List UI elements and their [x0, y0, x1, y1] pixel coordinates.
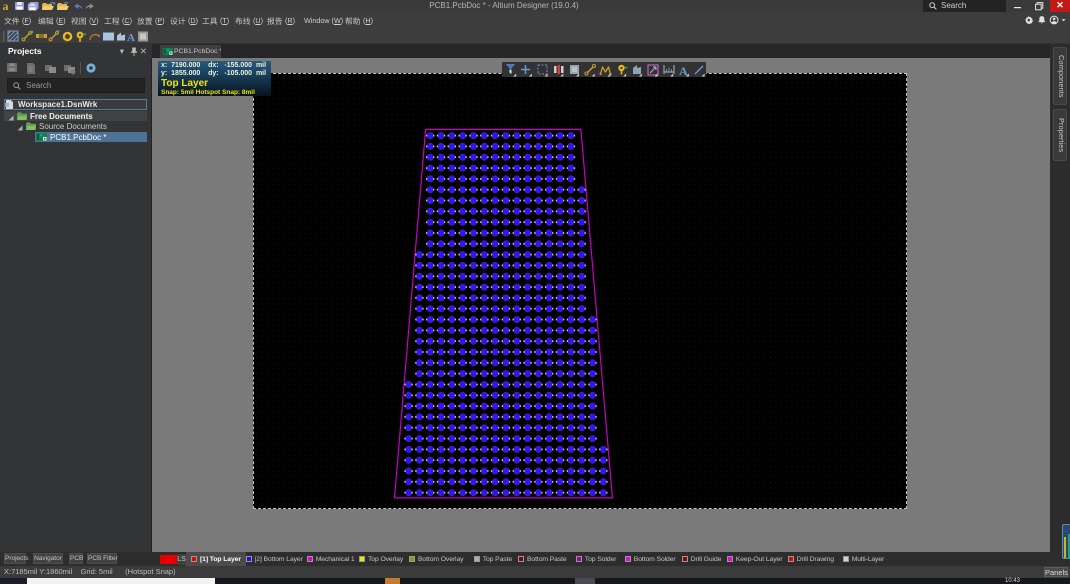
- svg-text:A: A: [127, 32, 135, 43]
- svg-text:a: a: [3, 1, 9, 11]
- svg-text:A: A: [679, 64, 688, 77]
